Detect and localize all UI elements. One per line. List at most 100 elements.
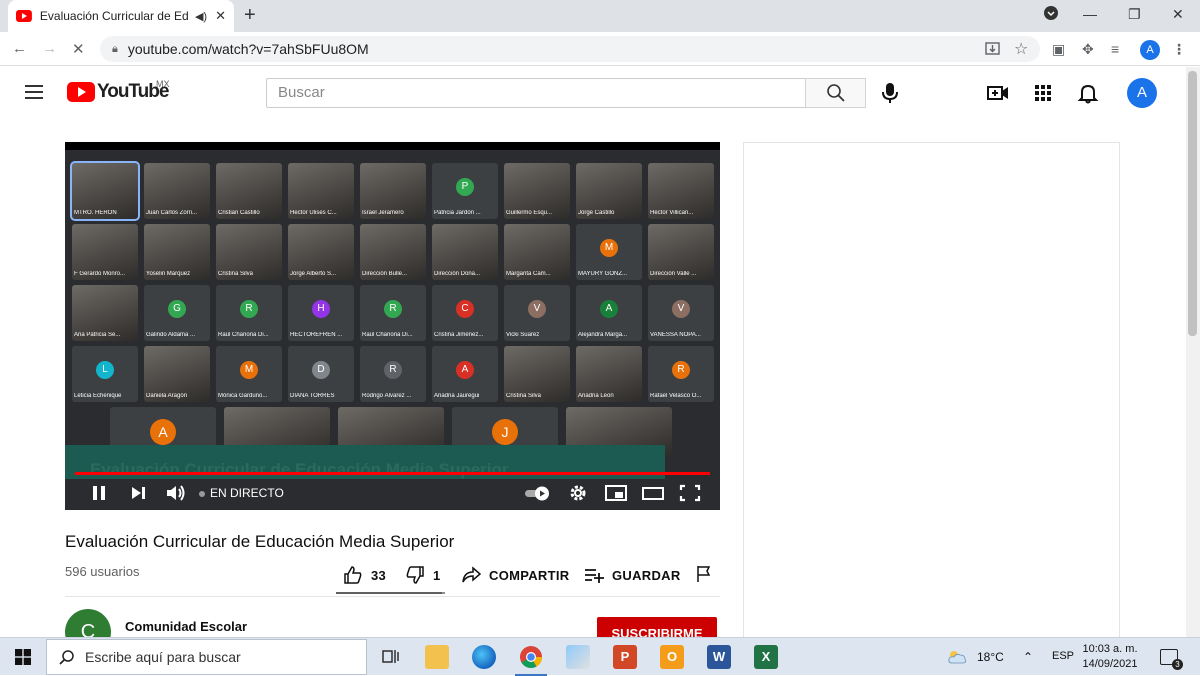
excel-icon[interactable]: X <box>754 645 778 669</box>
address-bar[interactable]: 🔒︎ youtube.com/watch?v=7ahSbFUu8OM <box>100 36 1040 62</box>
minimize-icon[interactable]: — <box>1083 6 1097 22</box>
youtube-logo[interactable]: YouTube <box>67 81 169 103</box>
autoplay-toggle-icon[interactable] <box>523 482 551 504</box>
windows-start-icon[interactable] <box>15 649 31 665</box>
dislike-button[interactable]: 1 <box>405 565 441 585</box>
create-video-icon[interactable] <box>986 82 1010 104</box>
microphone-icon[interactable] <box>878 81 902 105</box>
volume-icon[interactable] <box>164 482 188 504</box>
participant-tile: Daniela Aragón <box>144 346 210 402</box>
chrome-menu-icon[interactable]: ⋮ <box>1172 41 1186 58</box>
tab-close-icon[interactable]: ✕ <box>215 8 226 24</box>
account-avatar[interactable]: A <box>1127 78 1157 108</box>
fullscreen-icon[interactable] <box>678 482 702 504</box>
participant-name: Hector Ulises C... <box>290 210 337 216</box>
channel-name[interactable]: Comunidad Escolar <box>125 619 247 634</box>
participant-name: Cristian Castillo <box>218 210 260 216</box>
thumbs-down-icon <box>406 566 424 584</box>
tab-search-icon[interactable] <box>1044 6 1058 20</box>
settings-gear-icon[interactable] <box>567 482 589 504</box>
video-progress-bar[interactable] <box>75 472 710 475</box>
show-hidden-icons-icon[interactable]: ⌃ <box>1023 650 1033 664</box>
media-queue-icon[interactable]: ≡ <box>1111 41 1119 57</box>
participant-name: Margarita Cam... <box>506 271 551 277</box>
page-scrollbar[interactable] <box>1186 67 1200 637</box>
search-input[interactable]: Buscar <box>266 78 806 108</box>
share-button[interactable]: COMPARTIR <box>461 565 569 585</box>
participant-name: Juan Carlos Zorri... <box>146 210 198 216</box>
outlook-icon[interactable]: O <box>660 645 684 669</box>
theater-mode-icon[interactable] <box>641 482 665 504</box>
weather-cloud-icon[interactable] <box>946 648 968 666</box>
edge-browser-icon[interactable] <box>472 645 496 669</box>
paint-app-icon[interactable] <box>566 645 590 669</box>
file-explorer-icon[interactable] <box>425 645 449 669</box>
install-app-icon[interactable] <box>985 41 1000 56</box>
restore-icon[interactable]: ❐ <box>1128 6 1141 23</box>
task-view-icon[interactable] <box>378 645 402 669</box>
sentiment-bar-likes <box>336 592 442 594</box>
participant-tile: C Cristina Jiménez... <box>432 285 498 341</box>
participant-avatar: R <box>672 361 690 379</box>
chrome-browser-icon[interactable] <box>515 645 547 676</box>
notifications-bell-icon[interactable] <box>1076 82 1100 104</box>
participant-tile: G Galindo Aldama ... <box>144 285 210 341</box>
participant-name: HECTOREFREN ... <box>290 332 343 338</box>
live-indicator[interactable]: EN DIRECTO <box>199 486 284 500</box>
word-icon[interactable]: W <box>707 645 731 669</box>
country-code: MX <box>156 79 170 89</box>
video-progress-fill <box>75 472 710 475</box>
menu-icon[interactable] <box>25 85 43 99</box>
participant-name: Dirección Bulle... <box>362 271 408 277</box>
report-flag-icon[interactable] <box>695 565 713 583</box>
participant-tile: M Mónica Garduño... <box>216 346 282 402</box>
input-language[interactable]: ESP <box>1052 650 1074 662</box>
participant-name: Raúl Chanona Di... <box>218 332 269 338</box>
scrollbar-thumb[interactable] <box>1188 71 1197 336</box>
participant-name: Guillermo Esqu... <box>506 210 553 216</box>
like-button[interactable]: 33 <box>343 565 386 585</box>
video-title: Evaluación Curricular de Educación Media… <box>65 532 455 551</box>
participant-tile: M MAYURY GONZ... <box>576 224 642 280</box>
browser-tab[interactable]: Evaluación Curricular de Educ ◀) ✕ <box>8 0 234 32</box>
extension-icon[interactable]: ▣ <box>1052 41 1065 58</box>
participant-avatar: P <box>456 178 474 196</box>
video-overlay-title: Evaluación Curricular de Educación Media… <box>90 460 509 479</box>
participant-tile: Ana Patricia Se... <box>72 285 138 341</box>
section-divider <box>65 596 720 597</box>
participant-tile: Israel Jeramero <box>360 163 426 219</box>
powerpoint-icon[interactable]: P <box>613 645 637 669</box>
new-tab-icon[interactable]: + <box>244 4 256 27</box>
share-label: COMPARTIR <box>489 567 570 583</box>
search-button[interactable] <box>805 78 866 108</box>
back-icon[interactable]: ← <box>12 40 27 57</box>
notification-center-icon[interactable]: 3 <box>1160 649 1183 670</box>
participant-name: MAYURY GONZ... <box>578 271 628 277</box>
participant-name: Yoselin Marquez <box>146 271 191 277</box>
miniplayer-icon[interactable] <box>604 482 628 504</box>
participant-avatar: H <box>312 300 330 318</box>
stop-icon[interactable]: ✕ <box>72 40 85 58</box>
participant-avatar: A <box>456 361 474 379</box>
participant-name: Alejandra Marga... <box>578 332 628 338</box>
taskbar-search-box[interactable]: Escribe aquí para buscar <box>46 639 367 675</box>
next-video-icon[interactable] <box>128 482 148 504</box>
participant-name: Cristina Silva <box>506 393 542 399</box>
browser-profile-avatar[interactable]: A <box>1140 40 1160 60</box>
save-button[interactable]: GUARDAR <box>584 565 681 585</box>
extensions-puzzle-icon[interactable]: ✥ <box>1082 41 1094 58</box>
participant-tile: V Vicki Suarez <box>504 285 570 341</box>
forward-icon[interactable]: → <box>42 40 57 57</box>
participant-avatar: R <box>384 300 402 318</box>
tab-audio-icon[interactable]: ◀) <box>195 10 207 23</box>
apps-grid-icon[interactable] <box>1031 82 1055 104</box>
bookmark-star-icon[interactable]: ☆ <box>1014 39 1028 59</box>
pause-icon[interactable] <box>89 482 109 504</box>
participant-tile: Dirección Valle ... <box>648 224 714 280</box>
browser-tab-strip: Evaluación Curricular de Educ ◀) ✕ + — ❐… <box>0 0 1200 32</box>
video-player[interactable]: MTRO. HERÓN Juan Carlos Zorri... Cristian … <box>65 142 720 510</box>
temperature[interactable]: 18°C <box>977 650 1004 664</box>
participant-avatar: A <box>600 300 618 318</box>
window-close-icon[interactable]: ✕ <box>1172 6 1184 23</box>
taskbar-clock[interactable]: 10:03 a. m. 14/09/2021 <box>1080 642 1140 672</box>
